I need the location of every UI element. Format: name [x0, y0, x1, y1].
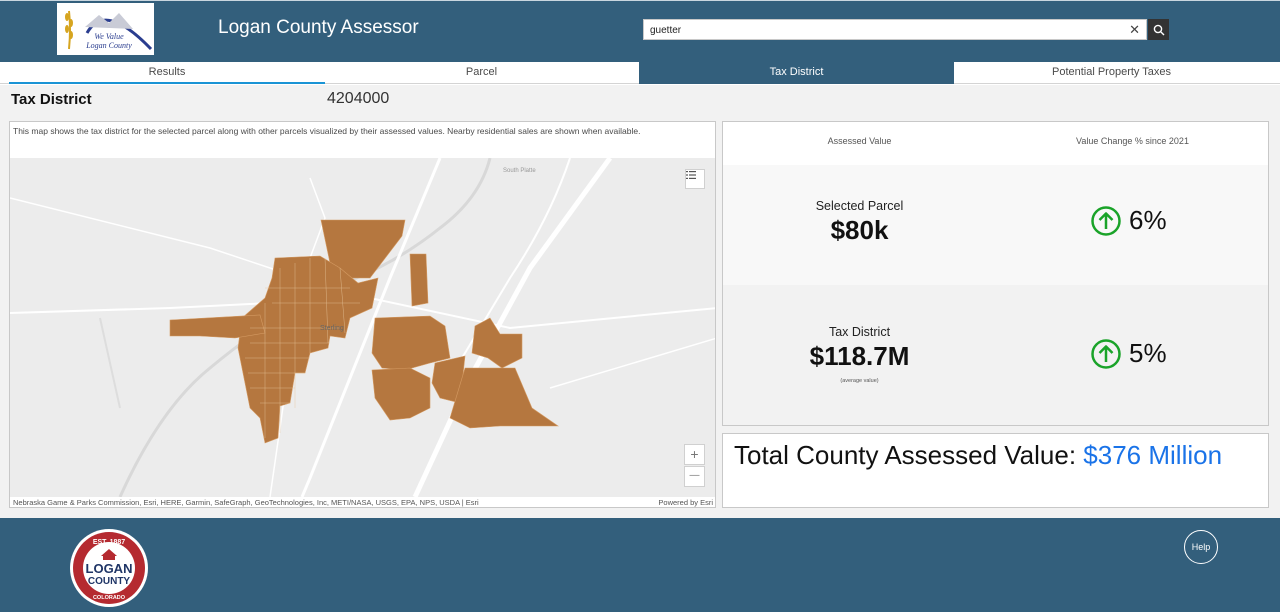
app-header: We Value Logan County Logan County Asses… — [0, 0, 1280, 62]
selected-parcel-change: 6% — [1091, 205, 1167, 236]
map-attribution: Nebraska Game & Parks Commission, Esri, … — [10, 497, 715, 507]
zoom-out-button[interactable]: — — [684, 466, 705, 487]
tax-district-label: Tax District — [828, 325, 891, 339]
average-value-note: (average value) — [840, 378, 879, 384]
road-line — [549, 337, 715, 389]
river-label: South Platte — [503, 168, 536, 174]
tab-bar: Results Parcel Tax District Potential Pr… — [0, 62, 1280, 84]
logo-text-line1: We Value — [94, 32, 124, 41]
search-button[interactable] — [1148, 19, 1169, 40]
app-title: Logan County Assessor — [218, 17, 419, 38]
tax-district-value: $118.7M — [809, 341, 910, 371]
map-description: This map shows the tax district for the … — [13, 126, 641, 136]
logo-text-line2: Logan County — [85, 41, 132, 50]
map-view[interactable]: Sterling South Platte + — — [10, 158, 715, 497]
selected-parcel-value: $80k — [830, 215, 889, 245]
zoom-in-button[interactable]: + — [684, 444, 705, 465]
map-panel: This map shows the tax district for the … — [9, 121, 716, 508]
total-label: Total County Assessed Value: — [734, 440, 1077, 470]
arrow-up-circle-icon — [1091, 338, 1121, 369]
assessed-value-header: Assessed Value — [827, 136, 892, 146]
help-button[interactable]: Help — [1184, 530, 1218, 564]
town-label: Sterling — [320, 325, 344, 332]
stats-panel: Assessed Value Value Change % since 2021… — [722, 121, 1269, 426]
tax-district-row: Tax District $118.7M (average value) 5% — [723, 285, 1268, 425]
tab-parcel[interactable]: Parcel — [325, 62, 638, 84]
list-icon — [686, 171, 696, 179]
tax-district-id: 4204000 — [327, 90, 390, 107]
value-change-header: Value Change % since 2021 — [1076, 136, 1189, 146]
tax-district-change-value: 5% — [1129, 338, 1167, 368]
section-header: Tax District 4204000 — [0, 85, 1280, 113]
search-box: ✕ — [643, 19, 1147, 40]
seal-state-text: COLORADO — [93, 595, 126, 601]
search-input[interactable] — [644, 21, 1114, 40]
total-value: $376 Million — [1083, 440, 1223, 470]
tab-results[interactable]: Results — [9, 62, 325, 84]
seal-name1-text: LOGAN — [86, 561, 133, 576]
legend-button[interactable] — [685, 169, 705, 189]
selected-parcel-row: Selected Parcel $80k 6% — [723, 165, 1268, 285]
powered-by-link[interactable]: Powered by Esri — [658, 497, 713, 507]
selected-parcel-change-value: 6% — [1129, 205, 1167, 235]
seal-est-text: EST. 1887 — [93, 539, 125, 546]
airstrip — [99, 317, 121, 409]
app-footer: EST. 1887 LOGAN COUNTY COLORADO Help — [0, 518, 1280, 612]
arrow-up-circle-icon — [1091, 205, 1121, 236]
close-icon[interactable]: ✕ — [1129, 22, 1140, 38]
logan-county-seal: EST. 1887 LOGAN COUNTY COLORADO — [68, 528, 150, 612]
tax-district-change: 5% — [1091, 338, 1167, 369]
seal-name2-text: COUNTY — [88, 576, 131, 587]
main-content: This map shows the tax district for the … — [0, 113, 1280, 518]
section-title: Tax District — [11, 91, 92, 108]
road-line — [309, 177, 326, 259]
tax-district-map: Sterling South Platte — [10, 158, 715, 497]
assessor-logo[interactable]: We Value Logan County — [57, 3, 154, 55]
total-county-assessed: Total County Assessed Value: $376 Millio… — [734, 440, 1222, 471]
search-icon — [1153, 24, 1164, 35]
tab-potential-property-taxes[interactable]: Potential Property Taxes — [954, 62, 1269, 84]
attribution-text: Nebraska Game & Parks Commission, Esri, … — [13, 498, 479, 507]
total-county-panel: Total County Assessed Value: $376 Millio… — [722, 433, 1269, 508]
tab-tax-district[interactable]: Tax District — [639, 62, 954, 84]
selected-parcel-label: Selected Parcel — [815, 199, 904, 213]
